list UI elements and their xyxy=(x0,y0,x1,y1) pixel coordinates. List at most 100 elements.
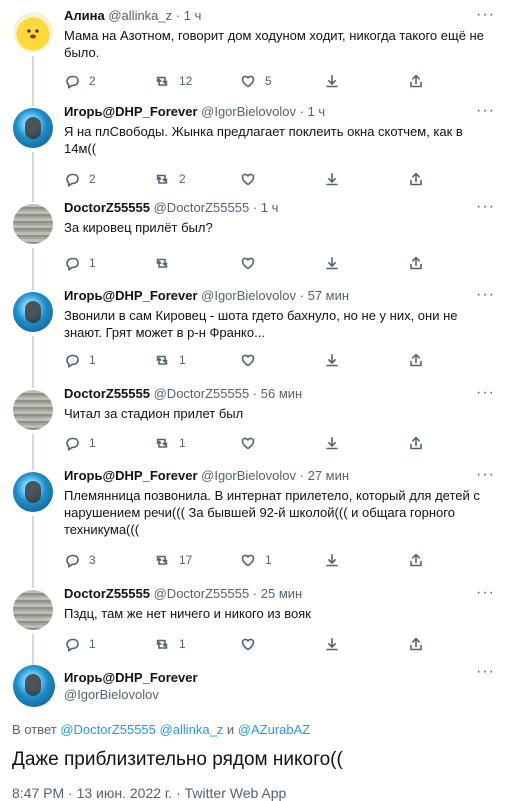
author-name[interactable]: Игорь@DHP_Forever xyxy=(64,288,198,303)
download-button[interactable] xyxy=(324,352,340,368)
tweet-text: Звонили в сам Кировец - шота гдето бахну… xyxy=(64,308,458,340)
author-name[interactable]: Игорь@DHP_Forever xyxy=(64,104,198,119)
tweet-meta[interactable]: 8:47 PM · 13 июн. 2022 г. · Twitter Web … xyxy=(12,785,286,801)
download-button[interactable] xyxy=(324,73,340,89)
author-name[interactable]: DoctorZ55555 xyxy=(64,200,150,215)
reply-button[interactable]: 1 xyxy=(64,435,96,451)
tweet-text: Я на плСвободы. Жынка предлагает поклеит… xyxy=(64,124,463,156)
share-button[interactable] xyxy=(408,73,424,89)
reply-button[interactable]: 1 xyxy=(64,636,96,652)
download-button[interactable] xyxy=(324,435,340,451)
avatar[interactable] xyxy=(13,590,53,630)
author-handle[interactable]: @DoctorZ55555 xyxy=(154,200,250,215)
timestamp[interactable]: 57 мин xyxy=(308,288,349,303)
more-icon[interactable]: ··· xyxy=(476,286,495,304)
avatar[interactable] xyxy=(13,108,53,148)
author-name[interactable]: Игорь@DHP_Forever xyxy=(64,670,198,685)
avatar[interactable] xyxy=(13,204,53,244)
reply-button[interactable]: 1 xyxy=(64,255,96,271)
tweet[interactable]: Игорь@DHP_Forever @IgorBielovolov · 27 м… xyxy=(0,460,509,578)
download-button[interactable] xyxy=(324,255,340,271)
reply-button[interactable]: 1 xyxy=(64,352,96,368)
retweet-button[interactable]: 1 xyxy=(154,435,186,451)
mention-link[interactable]: @allinka_z xyxy=(160,722,224,737)
share-button[interactable] xyxy=(408,352,424,368)
retweet-icon xyxy=(156,438,168,448)
avatar[interactable] xyxy=(13,472,53,512)
retweet-button[interactable] xyxy=(154,255,179,271)
timestamp[interactable]: 1 ч xyxy=(261,200,279,215)
thread-line xyxy=(32,460,34,470)
author-name[interactable]: DoctorZ55555 xyxy=(64,386,150,401)
tweet[interactable]: DoctorZ55555 @DoctorZ55555 · 56 мин ··· Чи… xyxy=(0,378,509,460)
timestamp[interactable]: 1 ч xyxy=(184,8,202,23)
author-handle[interactable]: @IgorBielovolov xyxy=(201,288,296,303)
author-handle[interactable]: @allinka_z xyxy=(108,8,172,23)
author-name[interactable]: DoctorZ55555 xyxy=(64,586,150,601)
download-button[interactable] xyxy=(324,171,340,187)
like-button[interactable] xyxy=(240,435,265,451)
like-count: 5 xyxy=(265,74,272,88)
avatar[interactable] xyxy=(13,292,53,332)
tweet[interactable]: Игорь@DHP_Forever @IgorBielovolov · 1 ч ·… xyxy=(0,96,509,192)
author-handle[interactable]: @IgorBielovolov xyxy=(201,104,296,119)
reply-button[interactable]: 2 xyxy=(64,171,96,187)
tweet[interactable]: DoctorZ55555 @DoctorZ55555 · 25 мин ··· Пз… xyxy=(0,578,509,665)
avatar[interactable] xyxy=(13,390,53,430)
timestamp[interactable]: 27 мин xyxy=(308,468,349,483)
heart-icon xyxy=(241,554,255,567)
thread-line xyxy=(32,578,34,588)
like-button[interactable] xyxy=(240,352,265,368)
thread-line xyxy=(32,434,34,460)
download-button[interactable] xyxy=(324,636,340,652)
author-name[interactable]: Игорь@DHP_Forever xyxy=(64,468,198,483)
mention-link[interactable]: @AZurabAZ xyxy=(238,722,310,737)
more-icon[interactable]: ··· xyxy=(476,6,495,24)
retweet-count: 1 xyxy=(179,436,186,450)
share-button[interactable] xyxy=(408,171,424,187)
like-button[interactable] xyxy=(240,255,265,271)
retweet-button[interactable]: 1 xyxy=(154,352,186,368)
reply-button[interactable]: 2 xyxy=(64,73,96,89)
author-handle[interactable]: @DoctorZ55555 xyxy=(154,586,250,601)
like-button[interactable] xyxy=(240,636,265,652)
thread-line xyxy=(32,248,34,280)
retweet-button[interactable]: 1 xyxy=(154,636,186,652)
tweet[interactable]: Игорь@DHP_Forever @IgorBielovolov · 57 м… xyxy=(0,280,509,378)
retweet-button[interactable]: 2 xyxy=(154,171,186,187)
avatar[interactable] xyxy=(13,12,53,52)
separator-dot: · xyxy=(299,104,304,119)
tweet[interactable]: DoctorZ55555 @DoctorZ55555 · 1 ч ··· За ки… xyxy=(0,192,509,280)
timestamp[interactable]: 56 мин xyxy=(261,386,302,401)
share-button[interactable] xyxy=(408,552,424,568)
author-handle[interactable]: @DoctorZ55555 xyxy=(154,386,250,401)
author-name[interactable]: Алина xyxy=(64,8,105,23)
like-button[interactable] xyxy=(240,171,265,187)
mention-link[interactable]: @DoctorZ55555 xyxy=(60,722,156,737)
retweet-button[interactable]: 17 xyxy=(154,552,192,568)
share-button[interactable] xyxy=(408,255,424,271)
timestamp[interactable]: 25 мин xyxy=(261,586,302,601)
more-icon[interactable]: ··· xyxy=(476,102,495,120)
more-icon[interactable]: ··· xyxy=(476,584,495,602)
tweet[interactable]: Алина @allinka_z · 1 ч ··· Мама на Азотном… xyxy=(0,0,509,96)
thread-line xyxy=(32,280,34,290)
reply-button[interactable]: 3 xyxy=(64,552,96,568)
download-button[interactable] xyxy=(324,552,340,568)
more-icon[interactable]: ··· xyxy=(476,466,495,484)
more-icon[interactable]: ··· xyxy=(476,198,495,216)
like-button[interactable]: 1 xyxy=(240,552,272,568)
retweet-button[interactable]: 12 xyxy=(154,73,192,89)
author-handle[interactable]: @IgorBielovolov xyxy=(201,468,296,483)
timestamp[interactable]: 1 ч xyxy=(308,104,326,119)
more-icon[interactable]: ··· xyxy=(476,384,495,402)
reply-prefix: В ответ xyxy=(12,722,61,737)
more-icon[interactable]: ··· xyxy=(476,663,495,681)
heart-icon xyxy=(241,257,255,270)
share-button[interactable] xyxy=(408,636,424,652)
download-icon xyxy=(326,354,338,367)
like-button[interactable]: 5 xyxy=(240,73,272,89)
author-handle[interactable]: @IgorBielovolov xyxy=(64,687,159,702)
share-button[interactable] xyxy=(408,435,424,451)
avatar[interactable] xyxy=(13,665,55,707)
